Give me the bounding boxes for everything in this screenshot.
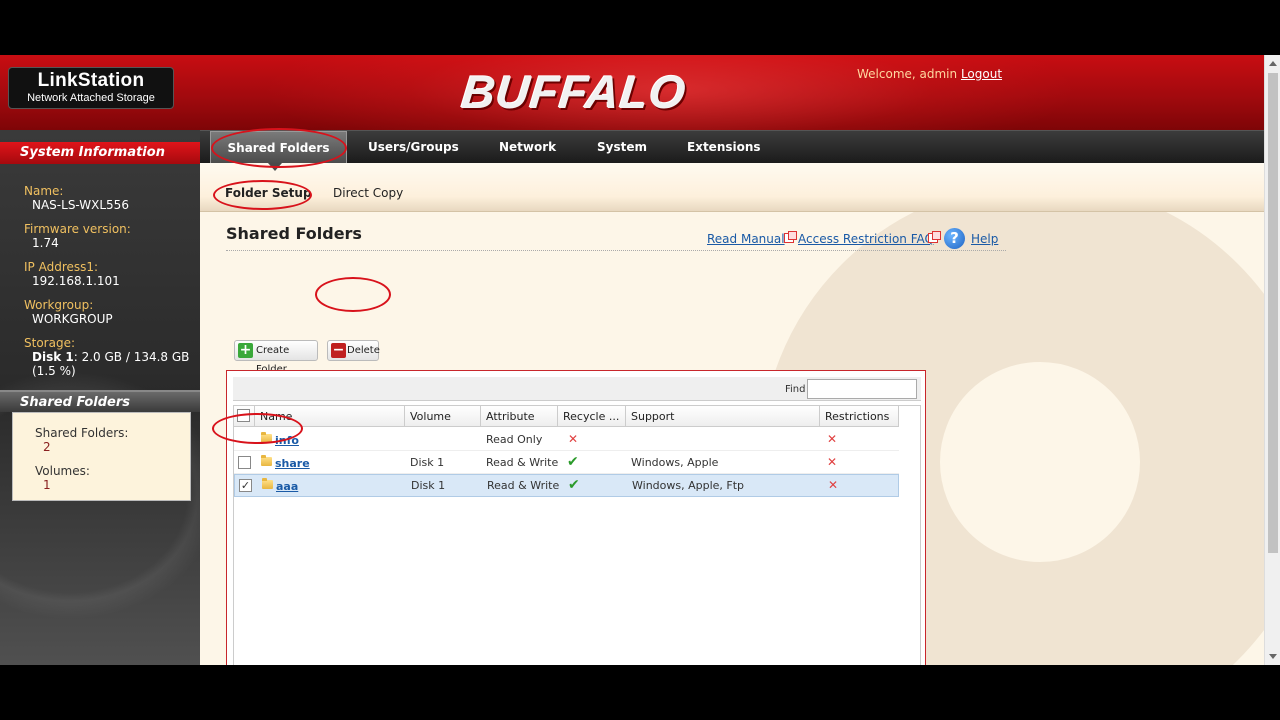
name-value: NAS-LS-WXL556 (32, 198, 129, 212)
create-folder-button[interactable]: + Create Folder (234, 340, 318, 375)
column-recycle[interactable]: Recycle ... (558, 406, 626, 427)
storage-label: Storage: (24, 336, 75, 350)
external-link-icon (784, 231, 797, 243)
firmware-value: 1.74 (32, 236, 59, 250)
storage-value: Disk 1: 2.0 GB / 134.8 GB (32, 350, 189, 364)
help-link[interactable]: Help (971, 232, 998, 246)
firmware-label: Firmware version: (24, 222, 131, 236)
row-checkbox-checked[interactable]: ✓ (239, 479, 252, 492)
tab-users-groups[interactable]: Users/Groups (368, 131, 459, 164)
volumes-count: 1 (43, 478, 51, 492)
external-link-icon (928, 231, 941, 243)
cross-icon: ✕ (827, 455, 838, 469)
page-title: Shared Folders (226, 224, 362, 243)
storage-percent: (1.5 %) (32, 364, 76, 378)
table-row[interactable]: share Disk 1 Read & Write ✔ Windows, App… (234, 451, 899, 474)
tab-network[interactable]: Network (499, 131, 556, 164)
read-manual-link[interactable]: Read Manual (707, 232, 785, 246)
find-input[interactable] (807, 379, 917, 399)
folder-icon (262, 478, 273, 489)
check-icon: ✔ (568, 477, 580, 493)
welcome-text: Welcome, admin (857, 67, 958, 81)
trademark-mark: ™ (637, 102, 644, 110)
delete-label: Delete (347, 345, 380, 356)
folder-name-link[interactable]: share (275, 451, 310, 476)
cross-icon: ✕ (568, 432, 579, 446)
logo-title: LinkStation (37, 70, 145, 91)
linkstation-logo: LinkStation Network Attached Storage (8, 67, 174, 109)
scroll-up-icon[interactable] (1269, 61, 1277, 66)
scroll-down-icon[interactable] (1269, 654, 1277, 659)
buffalo-logo: BUFFALO (459, 66, 689, 118)
sub-nav: Folder Setup Direct Copy (200, 163, 1264, 212)
attribute-cell: Read & Write (487, 479, 560, 492)
subtab-direct-copy[interactable]: Direct Copy (333, 186, 403, 200)
workgroup-value: WORKGROUP (32, 312, 113, 326)
shared-folders-panel: Find Name Volume Attribute Recycle ... S… (226, 370, 926, 665)
system-info-heading: System Information (0, 142, 204, 164)
logout-link[interactable]: Logout (961, 67, 1002, 81)
cross-icon: ✕ (827, 432, 838, 446)
name-label: Name: (24, 184, 64, 198)
tab-extensions[interactable]: Extensions (687, 131, 761, 164)
folder-name-link[interactable]: info (275, 428, 299, 453)
ip-value: 192.168.1.101 (32, 274, 120, 288)
column-name[interactable]: Name (255, 406, 405, 427)
shared-folders-heading: Shared Folders (0, 390, 204, 412)
plus-icon: + (238, 342, 253, 358)
shared-folders-count: 2 (43, 440, 51, 454)
attribute-cell: Read Only (486, 433, 543, 446)
workgroup-label: Workgroup: (24, 298, 94, 312)
select-all-checkbox[interactable] (237, 409, 250, 422)
volume-cell: Disk 1 (410, 456, 445, 469)
shared-folders-count-label: Shared Folders: (35, 426, 129, 440)
tab-system[interactable]: System (597, 131, 647, 164)
select-all-header (234, 406, 255, 427)
check-icon: ✔ (567, 454, 579, 470)
attribute-cell: Read & Write (486, 456, 559, 469)
volume-cell: Disk 1 (411, 479, 446, 492)
find-bar: Find (233, 377, 921, 401)
storage-disk: Disk 1 (32, 350, 74, 364)
main-content: Shared Folders Read Manual Access Restri… (200, 212, 1264, 665)
subtab-folder-setup[interactable]: Folder Setup (225, 186, 312, 200)
volumes-label: Volumes: (35, 464, 90, 478)
sidebar: System Information Name: NAS-LS-WXL556 F… (0, 130, 220, 665)
main-nav: Shared Folders Users/Groups Network Syst… (200, 130, 1264, 164)
minus-icon: − (331, 342, 346, 358)
delete-button[interactable]: − Delete (327, 340, 380, 361)
active-tab-pointer (268, 163, 282, 171)
column-support[interactable]: Support (626, 406, 820, 427)
folder-icon (261, 432, 272, 443)
column-volume[interactable]: Volume (405, 406, 481, 427)
tab-shared-folders[interactable]: Shared Folders (210, 131, 347, 164)
browser-page: LinkStation Network Attached Storage BUF… (0, 55, 1280, 665)
cross-icon: ✕ (828, 478, 839, 492)
column-attribute[interactable]: Attribute (481, 406, 558, 427)
folder-name-link[interactable]: aaa (276, 475, 298, 498)
table-row-selected[interactable]: ✓ aaa Disk 1 Read & Write ✔ Windows, App… (234, 474, 899, 497)
page-scrollbar[interactable] (1264, 55, 1280, 665)
folder-icon (261, 455, 272, 466)
ip-label: IP Address1: (24, 260, 99, 274)
column-restrictions[interactable]: Restrictions (820, 406, 899, 427)
shared-folders-summary: Shared Folders: 2 Volumes: 1 (12, 412, 191, 501)
row-checkbox[interactable] (238, 456, 251, 469)
storage-usage: : 2.0 GB / 134.8 GB (73, 350, 190, 364)
access-restriction-faq-link[interactable]: Access Restriction FAQ (798, 232, 934, 246)
header-banner: LinkStation Network Attached Storage BUF… (0, 55, 1264, 165)
help-icon[interactable]: ? (944, 228, 965, 249)
scroll-thumb[interactable] (1268, 73, 1278, 553)
welcome-area: Welcome, admin Logout (857, 67, 1002, 81)
table-row[interactable]: info Read Only ✕ ✕ (234, 428, 899, 451)
logo-subtitle: Network Attached Storage (27, 92, 155, 104)
folders-table: Name Volume Attribute Recycle ... Suppor… (233, 405, 921, 665)
find-label: Find (785, 384, 806, 395)
support-cell: Windows, Apple (631, 456, 719, 469)
support-cell: Windows, Apple, Ftp (632, 479, 745, 492)
